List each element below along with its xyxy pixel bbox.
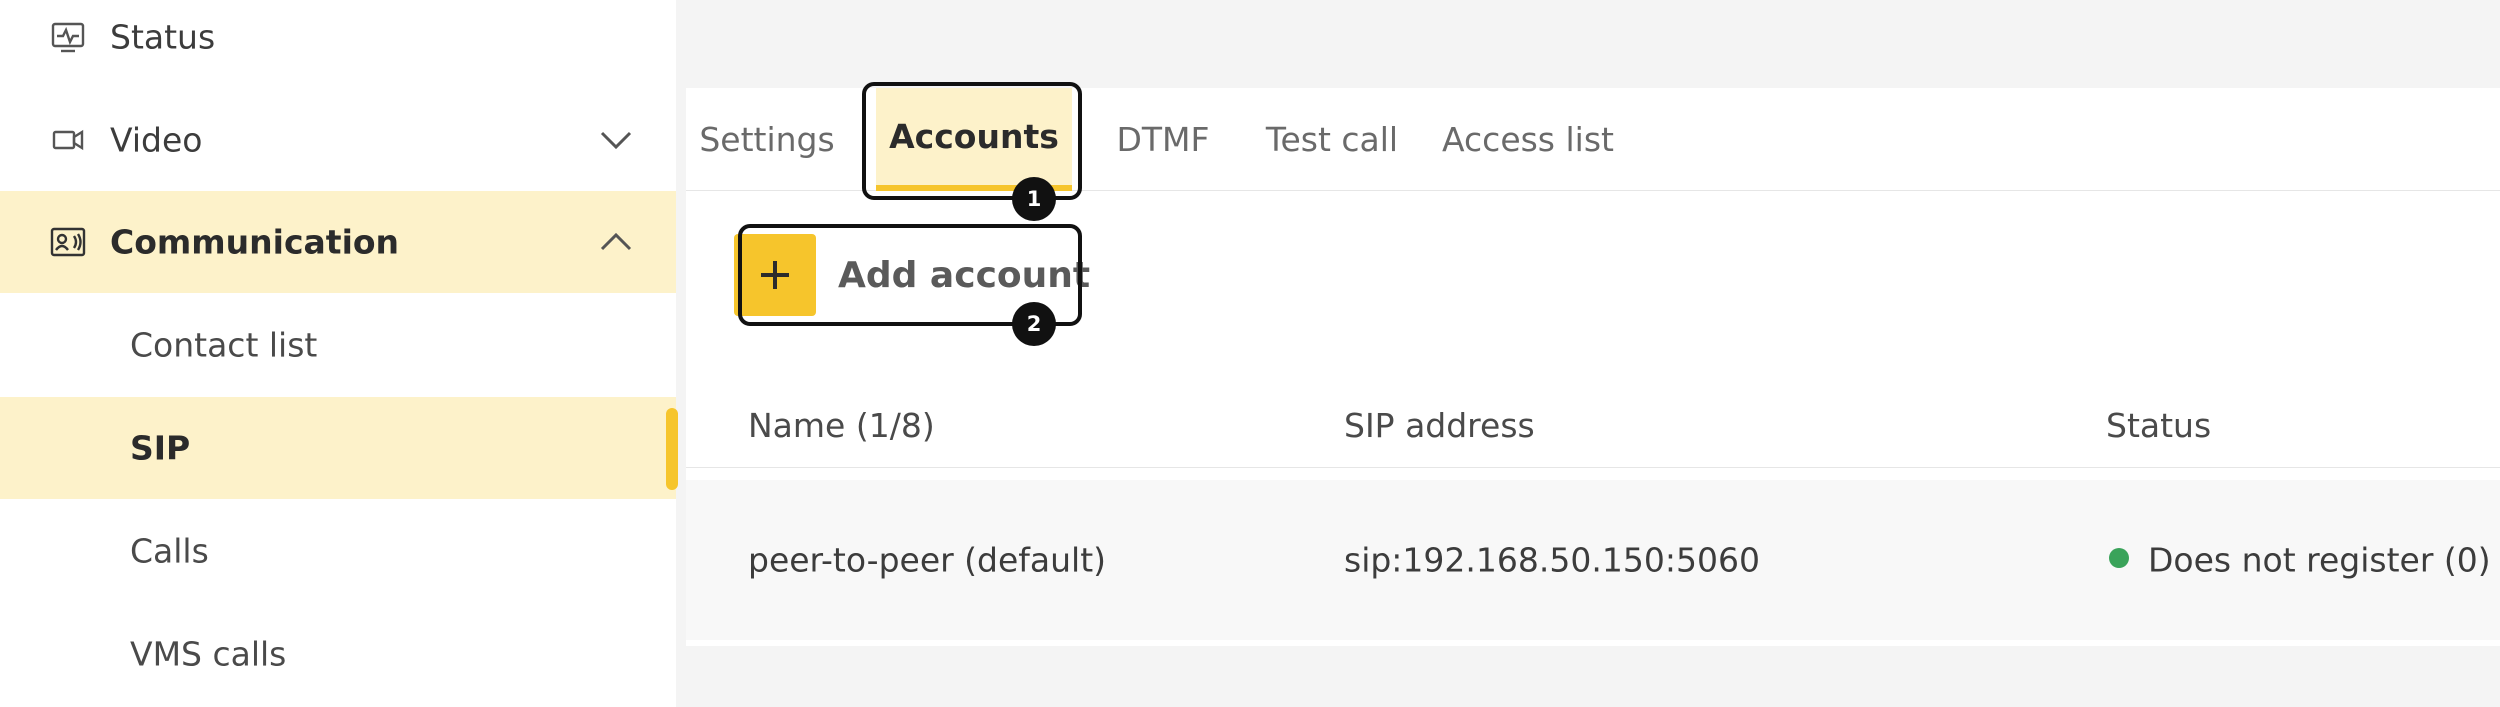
account-sip-address: sip:192.168.50.150:5060 (1344, 540, 1760, 580)
tab-label: DTMF (1116, 120, 1210, 159)
sidebar-subitem-label: Contact list (130, 325, 318, 365)
chevron-up-icon[interactable] (596, 222, 636, 262)
tab-access-list[interactable]: Access list (1438, 88, 1618, 191)
account-status: Does not register (0) (2148, 540, 2491, 580)
sidebar-subitem-label: VMS calls (130, 634, 287, 674)
sidebar-item-label: Communication (110, 222, 400, 262)
tab-test-call[interactable]: Test call (1252, 88, 1412, 191)
main-panel: Settings Accounts DTMF Test call Access … (686, 82, 2500, 646)
callout-badge-1: 1 (1012, 177, 1056, 221)
sidebar-subitem-contact-list[interactable]: Contact list (0, 294, 676, 396)
sidebar-subitem-vms-calls[interactable]: VMS calls (0, 603, 676, 705)
contact-card-icon (48, 222, 88, 262)
sidebar-item-label: Status (110, 17, 216, 57)
sidebar-item-label: Video (110, 120, 203, 160)
sidebar: Status Video Communication Contact list … (0, 0, 678, 707)
column-header-sip-address[interactable]: SIP address (1344, 406, 1535, 445)
chevron-down-icon[interactable] (596, 120, 636, 160)
tab-dtmf[interactable]: DTMF (1098, 88, 1228, 191)
sidebar-subitem-sip[interactable]: SIP (0, 397, 676, 499)
tab-label: Settings (699, 120, 835, 159)
video-camera-icon (48, 120, 88, 160)
table-row[interactable]: peer-to-peer (default) sip:192.168.50.15… (686, 480, 2500, 640)
column-header-status[interactable]: Status (2106, 406, 2211, 445)
active-item-marker (666, 408, 678, 490)
sidebar-item-communication[interactable]: Communication (0, 191, 676, 293)
status-dot-icon (2109, 548, 2129, 568)
callout-badge-2: 2 (1012, 302, 1056, 346)
sidebar-subitem-calls[interactable]: Calls (0, 500, 676, 602)
account-name: peer-to-peer (default) (748, 540, 1107, 580)
tab-label: Access list (1442, 120, 1614, 159)
sidebar-subitem-label: Calls (130, 531, 209, 571)
sidebar-subitem-label: SIP (130, 428, 191, 468)
status-monitor-icon (48, 17, 88, 57)
sidebar-item-video[interactable]: Video (0, 89, 676, 191)
table-header: Name (1/8) SIP address Status (686, 406, 2500, 468)
sidebar-item-status[interactable]: Status (0, 0, 676, 88)
tab-settings[interactable]: Settings (696, 88, 838, 191)
tab-label: Test call (1265, 120, 1399, 159)
column-header-name[interactable]: Name (1/8) (748, 406, 935, 445)
